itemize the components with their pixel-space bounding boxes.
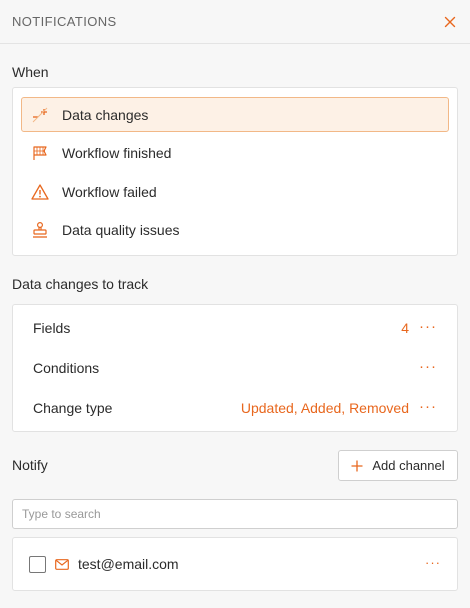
channel-checkbox[interactable]	[29, 555, 46, 573]
track-row-conditions[interactable]: Conditions ···	[33, 348, 437, 388]
panel-header: NOTIFICATIONS	[0, 0, 470, 44]
when-option-data-quality-issues[interactable]: Data quality issues	[21, 213, 449, 248]
fields-more-button[interactable]: ···	[419, 319, 437, 338]
data-changes-icon	[30, 105, 50, 125]
when-options: Data changes Workflow finished Workflow …	[12, 87, 458, 256]
when-option-workflow-finished[interactable]: Workflow finished	[21, 136, 449, 171]
change-type-value: Updated, Added, Removed	[240, 400, 409, 416]
channel-email: test@email.com	[78, 556, 179, 572]
change-type-more-button[interactable]: ···	[419, 399, 437, 418]
when-option-label: Data quality issues	[62, 222, 180, 238]
add-channel-label: Add channel	[372, 458, 445, 473]
warning-icon	[30, 182, 50, 202]
when-option-data-changes[interactable]: Data changes	[21, 97, 449, 132]
fields-count: 4	[401, 320, 409, 336]
track-row-fields[interactable]: Fields 4 ···	[33, 308, 437, 348]
conditions-more-button[interactable]: ···	[419, 359, 437, 378]
add-channel-button[interactable]: Add channel	[338, 450, 458, 481]
channel-search-input[interactable]	[12, 499, 458, 529]
channel-more-button[interactable]: ···	[425, 556, 441, 573]
when-option-label: Workflow finished	[62, 145, 172, 161]
track-options: Fields 4 ··· Conditions ··· Change type …	[12, 304, 458, 432]
panel-title: NOTIFICATIONS	[12, 14, 117, 29]
mail-icon	[55, 558, 69, 570]
when-label: When	[12, 64, 49, 80]
stamp-icon	[30, 220, 50, 240]
close-icon	[444, 16, 456, 27]
track-label: Data changes to track	[12, 276, 149, 292]
flag-icon	[30, 143, 50, 163]
track-row-label: Conditions	[33, 360, 100, 376]
track-row-change-type[interactable]: Change type Updated, Added, Removed ···	[33, 388, 437, 428]
notify-label: Notify	[12, 457, 48, 473]
plus-icon	[351, 460, 363, 471]
when-option-label: Workflow failed	[62, 183, 157, 200]
track-row-label: Change type	[33, 400, 113, 416]
track-row-label: Fields	[33, 320, 71, 336]
close-button[interactable]	[442, 14, 458, 30]
when-option-workflow-failed[interactable]: Workflow failed	[21, 174, 449, 209]
channel-list-item: test@email.com ···	[12, 537, 458, 591]
when-option-label: Data changes	[62, 106, 149, 123]
